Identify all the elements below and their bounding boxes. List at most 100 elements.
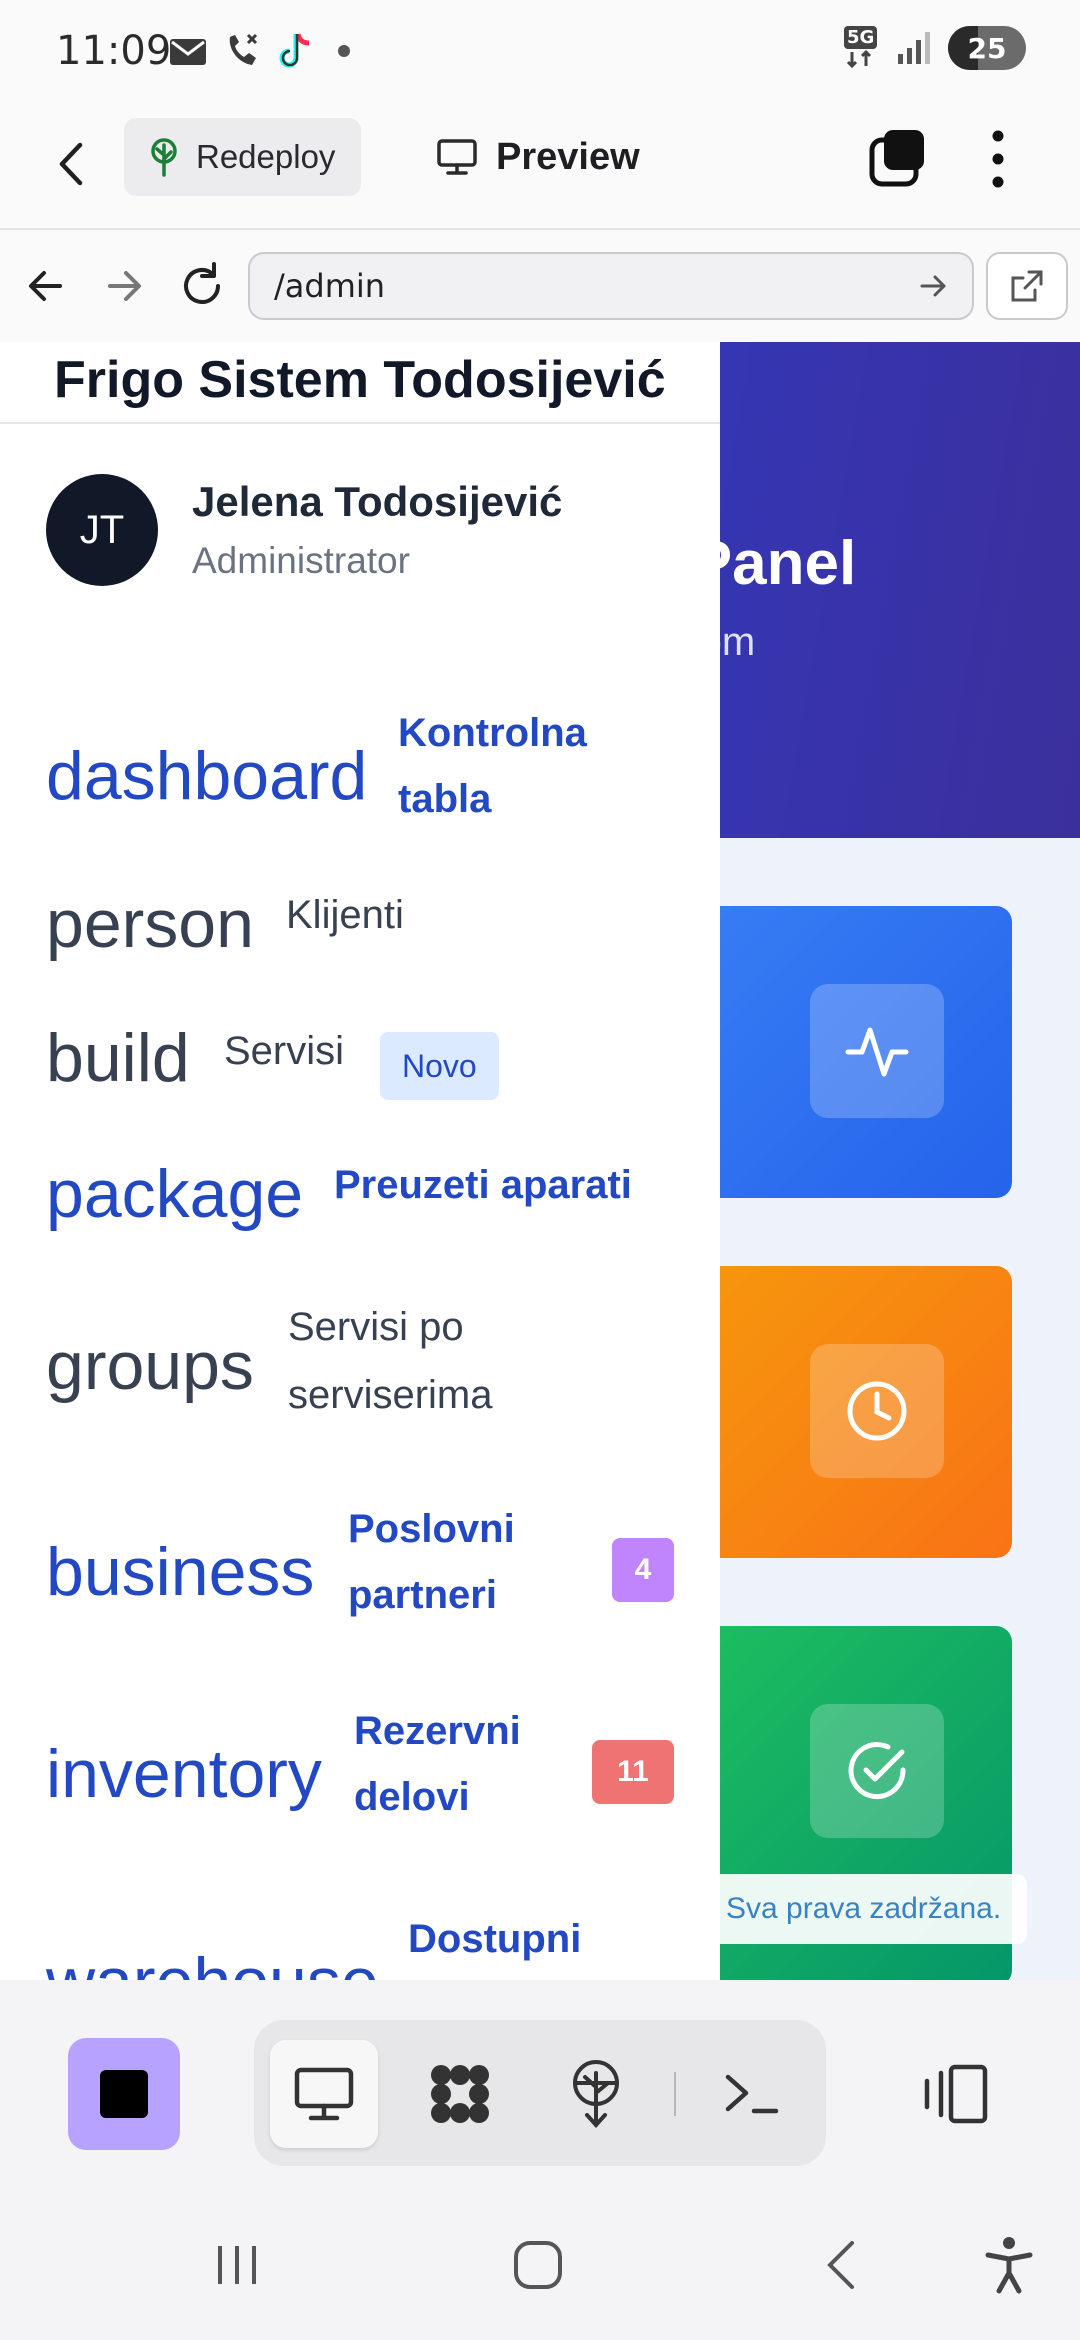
arrow-right-icon [108,271,141,301]
shell-mode-button[interactable] [698,2040,806,2148]
recents-icon [218,2246,256,2284]
footer-copyright: Sva prava zadržana. [700,1874,1028,1944]
check-icon-box [810,1704,944,1838]
system-back-button[interactable] [806,2230,876,2300]
sidebar-item-label: partneri [348,1573,497,1617]
sidebar-brand: Frigo Sistem Todosijević [0,342,720,424]
sidebar-item-label: Servisi po [288,1305,464,1349]
reload-button[interactable] [176,260,228,312]
avatar[interactable]: JT [46,474,158,586]
business-icon: business [46,1534,315,1610]
chevron-left-icon [827,2241,854,2289]
home-button[interactable] [503,2230,573,2300]
brand-title: Frigo Sistem Todosijević [54,351,666,409]
app-toolbar: Redeploy Preview [0,104,1080,230]
sidebar-item-business-partners[interactable]: business Poslovni partneri 4 [0,1496,720,1636]
new-badge: Novo [380,1032,499,1100]
arrow-left-icon [29,271,62,301]
sidebar-item-label: Preuzeti aparati [334,1163,632,1207]
tree-icon [151,138,177,177]
sidebar-item-label: Klijenti [286,893,404,937]
web-viewport: vni Panel sistemom Sva prava zadržana. F… [0,342,1080,1980]
more-vertical-icon [992,130,1004,188]
browser-back-button[interactable] [20,260,72,312]
reload-icon [184,262,220,304]
inventory-icon: inventory [46,1736,322,1812]
agent-icon [431,2065,489,2123]
deploy-icon [573,2060,619,2128]
package-icon: package [46,1156,304,1232]
notification-dot [338,45,350,57]
preview-tab[interactable]: Preview [436,124,640,190]
url-field[interactable]: /admin [248,252,974,320]
count-badge: 11 [592,1740,674,1804]
accessibility-button[interactable] [974,2230,1044,2300]
count-badge: 4 [612,1538,674,1602]
sidebar-item-label: tabla [398,777,492,821]
sidebar-item-label: delovi [354,1775,470,1819]
preview-label: Preview [496,135,640,178]
browser-forward-button[interactable] [98,260,150,312]
groups-icon: groups [46,1328,254,1404]
stop-icon [100,2070,148,2118]
back-button[interactable] [56,134,106,194]
preview-mode-button[interactable] [270,2040,378,2148]
open-external-button[interactable] [986,252,1068,320]
tabs-button[interactable] [868,128,928,188]
sidebar-item-clients[interactable]: person Klijenti [0,882,720,962]
external-link-icon [1011,270,1043,302]
status-bar: 11:09 5G 25 [0,0,1080,104]
home-icon [514,2241,562,2289]
tabs-icon [869,130,924,187]
recents-button[interactable] [202,2230,272,2300]
accessibility-icon [985,2237,1033,2294]
sidebar-item-available[interactable]: warehouse Dostupni [0,1906,720,1980]
split-view-button[interactable] [916,2038,996,2150]
more-menu-button[interactable] [978,124,1018,194]
monitor-icon [294,2067,354,2121]
sidebar-item-spare-parts[interactable]: inventory Rezervni delovi 11 [0,1698,720,1838]
sidebar-drawer: Frigo Sistem Todosijević JT Jelena Todos… [0,342,720,1980]
stop-button[interactable] [68,2038,180,2150]
system-navigation-bar [0,2190,1080,2340]
activity-icon-box [810,984,944,1118]
status-notification-icons [168,30,350,72]
bottom-dock [0,1980,1080,2196]
clock-icon-box [810,1344,944,1478]
go-arrow-icon[interactable] [916,268,952,304]
view-mode-switcher [254,2020,826,2166]
deploy-mode-button[interactable] [542,2040,650,2148]
tiktok-icon [279,33,310,68]
missed-call-icon [229,33,258,65]
network-5g-icon: 5G [844,26,880,70]
sidebar-item-label: Rezervni [354,1709,521,1753]
sidebar-item-dashboard[interactable]: dashboard Kontrolna tabla [0,700,720,840]
sidebar-item-label: Dostupni [408,1917,582,1961]
battery-level: 25 [967,31,1007,65]
agent-mode-button[interactable] [406,2040,514,2148]
clock-icon [847,1381,907,1441]
activity-icon [845,1027,909,1077]
url-text: /admin [274,267,386,305]
browser-bar: /admin [0,232,1080,342]
redeploy-button[interactable]: Redeploy [124,118,362,196]
split-view-icon [924,2064,988,2124]
redeploy-label: Redeploy [196,138,336,175]
sidebar-item-label: serviserima [288,1373,493,1417]
person-icon: person [46,886,254,962]
warehouse-icon: warehouse [46,1948,379,1980]
avatar-initials: JT [79,507,125,552]
network-label: 5G [844,26,878,49]
monitor-icon [437,139,477,175]
separator [674,2072,676,2116]
sidebar-item-picked-up-devices[interactable]: package Preuzeti aparati [0,1152,720,1232]
status-time: 11:09 [56,28,172,74]
sidebar-item-services-by-technician[interactable]: groups Servisi po serviserima [0,1294,720,1434]
battery-indicator: 25 [948,26,1026,70]
chevron-left-icon [59,142,83,186]
dashboard-icon: dashboard [46,738,368,814]
check-circle-icon [848,1742,906,1800]
user-name: Jelena Todosijević [192,478,563,525]
terminal-icon [725,2074,779,2114]
sidebar-item-label: Servisi [224,1029,345,1073]
